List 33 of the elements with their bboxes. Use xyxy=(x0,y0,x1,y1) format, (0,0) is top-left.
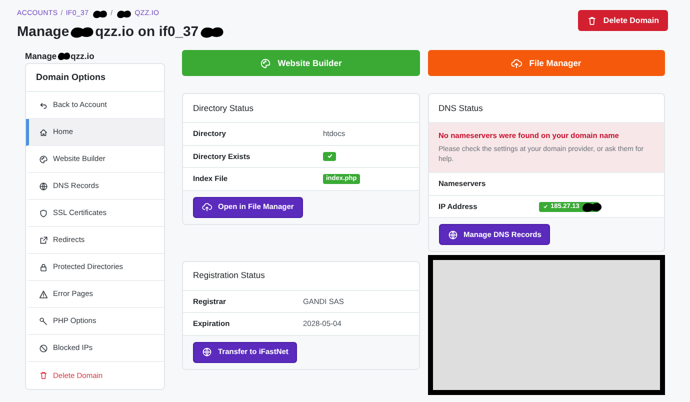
redaction-mark xyxy=(56,51,71,61)
back-arrow-icon xyxy=(39,100,48,110)
cloud-upload-icon xyxy=(202,202,212,212)
ban-icon xyxy=(39,344,48,352)
home-icon xyxy=(39,128,48,136)
trash-icon xyxy=(587,16,598,26)
redaction-mark xyxy=(116,9,132,19)
check-icon xyxy=(542,204,548,209)
redaction-mark xyxy=(581,200,604,212)
delete-domain-button[interactable]: Delete Domain xyxy=(578,10,668,31)
redaction-mark xyxy=(198,24,225,38)
redaction-mark xyxy=(69,24,96,38)
warning-icon xyxy=(39,290,48,298)
palette-icon xyxy=(260,58,271,68)
card-title: Directory Status xyxy=(183,94,418,123)
page-title: Manage xyxy=(17,22,70,41)
card-title: Registration Status xyxy=(183,262,418,290)
trash-icon xyxy=(39,371,48,380)
cloud-upload-icon xyxy=(511,58,522,68)
globe-icon xyxy=(202,347,212,357)
lock-icon xyxy=(39,262,48,272)
sidebar-heading: qzz.io xyxy=(70,50,94,62)
external-link-icon xyxy=(39,236,48,244)
panel-title: Domain Options xyxy=(26,64,164,92)
palette-icon xyxy=(39,154,48,164)
check-badge xyxy=(323,152,336,161)
globe-icon xyxy=(448,230,458,240)
redaction-mark xyxy=(92,9,108,19)
shield-icon xyxy=(39,208,48,218)
page-title: qzz.io on if0_37 xyxy=(95,22,199,41)
wrench-icon xyxy=(39,316,48,326)
sidebar-heading: Manage xyxy=(25,50,57,62)
globe-icon xyxy=(39,182,48,190)
